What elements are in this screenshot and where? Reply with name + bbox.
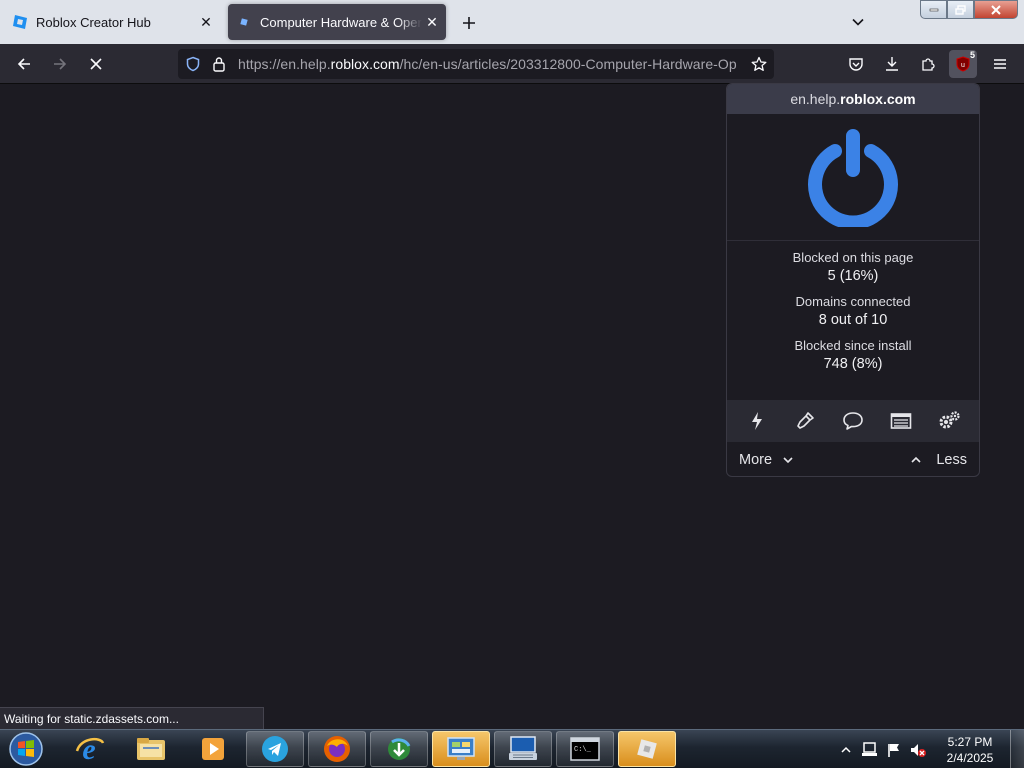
popup-hostname: en.help. roblox.com xyxy=(727,84,979,114)
show-desktop-button[interactable] xyxy=(1010,730,1024,768)
ublock-popup: en.help. roblox.com Blocked on this page … xyxy=(726,83,980,477)
clock-date: 2/4/2025 xyxy=(946,750,994,765)
telegram-icon[interactable] xyxy=(246,731,304,767)
ublock-origin-button[interactable]: u 5 xyxy=(949,50,977,78)
tab-roblox-creator-hub[interactable]: Roblox Creator Hub ✕ xyxy=(4,4,220,40)
logger-icon[interactable] xyxy=(886,406,916,436)
maximize-button[interactable] xyxy=(947,0,974,19)
url-prefix: https://en.help. xyxy=(238,56,331,72)
roblox-icon[interactable] xyxy=(618,731,676,767)
clock[interactable]: 5:27 PM 2/4/2025 xyxy=(934,734,1006,766)
stat-value: 8 out of 10 xyxy=(818,312,888,328)
media-player-icon[interactable] xyxy=(184,731,242,767)
stat-label: Blocked since install xyxy=(794,338,912,353)
navigation-toolbar: https://en.help.roblox.com/hc/en-us/arti… xyxy=(0,44,1024,84)
start-button[interactable] xyxy=(4,731,48,767)
downloads-button[interactable] xyxy=(878,50,906,78)
url-text[interactable]: https://en.help.roblox.com/hc/en-us/arti… xyxy=(232,56,744,72)
pocket-button[interactable] xyxy=(842,50,870,78)
gears-icon[interactable] xyxy=(934,406,964,436)
hamburger-menu-icon xyxy=(994,59,1006,69)
taskbar: e C:\_ 5:27 PM 2/4/2025 xyxy=(0,729,1024,768)
power-icon xyxy=(808,129,898,227)
svg-text:u: u xyxy=(961,62,965,69)
chevron-down-icon xyxy=(852,18,864,26)
extensions-button[interactable] xyxy=(914,50,942,78)
popup-tools xyxy=(727,400,979,442)
lightning-icon[interactable] xyxy=(742,406,772,436)
puzzle-icon xyxy=(922,58,935,71)
power-switch[interactable] xyxy=(727,114,979,241)
tab-strip: Roblox Creator Hub ✕ Computer Hardware &… xyxy=(0,0,1024,44)
tab-computer-hardware[interactable]: Computer Hardware & Operating ✕ xyxy=(228,4,446,40)
stat-value: 748 (8%) xyxy=(823,356,883,372)
tab-title: Roblox Creator Hub xyxy=(36,14,151,30)
system-tray: 5:27 PM 2/4/2025 xyxy=(834,730,1024,768)
clock-time: 5:27 PM xyxy=(947,734,993,749)
roblox-icon xyxy=(236,14,252,30)
svg-text:e: e xyxy=(82,733,95,765)
more-button[interactable]: More xyxy=(739,452,794,468)
stat-value: 5 (16%) xyxy=(827,268,879,284)
hostname-domain: roblox.com xyxy=(840,91,916,107)
windows-orb-icon xyxy=(9,732,43,766)
show-hidden-icons-button[interactable] xyxy=(834,738,858,762)
app-menu-button[interactable] xyxy=(986,50,1014,78)
forward-button[interactable] xyxy=(46,50,74,78)
stop-icon xyxy=(90,58,102,70)
ublock-badge: 5 xyxy=(969,50,975,60)
speech-bubble-icon[interactable] xyxy=(838,406,868,436)
chevron-up-icon xyxy=(911,456,921,463)
tracking-protection-shield-icon[interactable] xyxy=(180,49,206,79)
pocket-icon xyxy=(849,58,863,71)
lock-icon[interactable] xyxy=(206,49,232,79)
file-explorer-icon[interactable] xyxy=(122,731,180,767)
window-controls xyxy=(920,0,1018,20)
popup-stats: Blocked on this page 5 (16%) Domains con… xyxy=(727,241,979,374)
firefox-icon[interactable] xyxy=(308,731,366,767)
network-icon[interactable] xyxy=(858,738,882,762)
chevron-down-icon xyxy=(783,457,793,464)
command-prompt-icon[interactable]: C:\_ xyxy=(556,731,614,767)
minimize-button[interactable] xyxy=(920,0,947,19)
control-panel-icon[interactable] xyxy=(432,731,490,767)
remote-desktop-icon[interactable] xyxy=(494,731,552,767)
url-bar[interactable]: https://en.help.roblox.com/hc/en-us/arti… xyxy=(178,49,774,79)
close-window-button[interactable] xyxy=(974,0,1018,19)
hostname-prefix: en.help. xyxy=(790,91,841,107)
stat-label: Blocked on this page xyxy=(792,250,914,265)
new-tab-button[interactable] xyxy=(456,10,482,36)
arrow-left-icon xyxy=(17,58,30,70)
less-button[interactable]: Less xyxy=(910,452,967,468)
popup-footer: More Less xyxy=(727,442,979,476)
list-all-tabs-button[interactable] xyxy=(846,10,870,34)
url-host: roblox.com xyxy=(330,56,400,72)
volume-muted-icon[interactable] xyxy=(906,738,930,762)
arrow-right-icon xyxy=(54,58,67,70)
download-manager-icon[interactable] xyxy=(370,731,428,767)
stop-button[interactable] xyxy=(82,50,110,78)
roblox-studio-icon xyxy=(12,14,28,30)
download-icon xyxy=(886,57,898,71)
action-center-flag-icon[interactable] xyxy=(882,738,906,762)
url-path: /hc/en-us/articles/203312800-Computer-Ha… xyxy=(399,56,737,72)
eyedropper-icon[interactable] xyxy=(790,406,820,436)
tab-title: Computer Hardware & Operating xyxy=(260,14,422,30)
chevron-up-icon xyxy=(841,746,851,753)
less-label: Less xyxy=(936,452,967,468)
close-tab-icon[interactable]: ✕ xyxy=(422,12,442,32)
bookmark-star-icon[interactable] xyxy=(744,49,774,79)
svg-text:C:\_: C:\_ xyxy=(574,746,592,754)
back-button[interactable] xyxy=(10,50,38,78)
stat-label: Domains connected xyxy=(795,294,911,309)
status-panel: Waiting for static.zdassets.com... xyxy=(0,707,264,729)
more-label: More xyxy=(739,452,773,468)
close-tab-icon[interactable]: ✕ xyxy=(196,12,216,32)
internet-explorer-icon[interactable]: e xyxy=(60,731,118,767)
